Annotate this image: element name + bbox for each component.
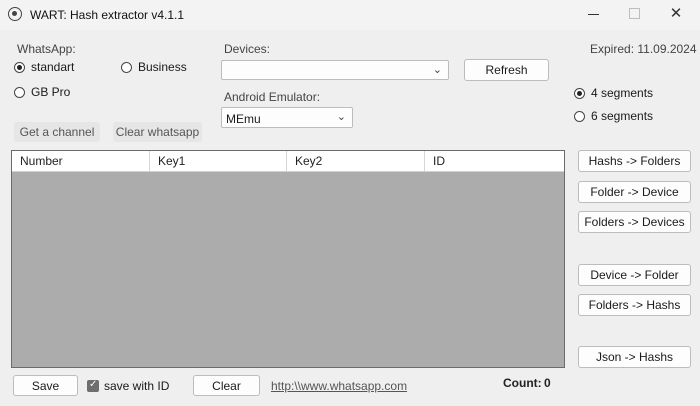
count-label: Count:	[503, 376, 542, 390]
maximize-button[interactable]	[627, 6, 643, 22]
radio-business-label: Business	[138, 60, 187, 74]
hash-table[interactable]: Number Key1 Key2 ID	[11, 150, 565, 368]
refresh-button[interactable]: Refresh	[464, 59, 549, 81]
hashs-to-folders-button[interactable]: Hashs -> Folders	[578, 150, 691, 172]
radio-4-segments-label: 4 segments	[591, 86, 654, 100]
radio-business[interactable]: Business	[121, 60, 187, 74]
save-with-id-checkbox[interactable]: save with ID	[87, 379, 169, 393]
chevron-down-icon: ⌄	[432, 64, 442, 76]
radio-dot	[574, 110, 585, 122]
emulator-label: Android Emulator:	[224, 90, 321, 104]
close-button[interactable]: ✕	[668, 6, 684, 22]
clear-button[interactable]: Clear	[193, 375, 260, 396]
radio-dot	[121, 61, 132, 73]
emulator-select[interactable]: MEmu ⌄	[221, 107, 353, 128]
folders-to-devices-button[interactable]: Folders -> Devices	[578, 211, 691, 233]
radio-gb-pro[interactable]: GB Pro	[14, 85, 70, 99]
devices-label: Devices:	[224, 42, 271, 56]
minimize-button[interactable]	[586, 6, 602, 22]
radio-gb-pro-label: GB Pro	[31, 85, 71, 99]
json-to-hashs-button[interactable]: Json -> Hashs	[578, 346, 691, 368]
save-button[interactable]: Save	[13, 375, 78, 396]
checkbox-box	[87, 379, 99, 392]
table-header: Number Key1 Key2 ID	[12, 151, 564, 172]
column-number[interactable]: Number	[12, 151, 150, 171]
folders-to-hashs-button[interactable]: Folders -> Hashs	[578, 294, 691, 316]
radio-4-segments[interactable]: 4 segments	[574, 86, 653, 100]
chevron-down-icon: ⌄	[336, 111, 346, 123]
save-with-id-label: save with ID	[104, 379, 170, 393]
expired-label: Expired: 11.09.2024	[590, 42, 697, 56]
count-value: 0	[544, 376, 551, 390]
devices-select[interactable]: ⌄	[221, 60, 449, 80]
whatsapp-label: WhatsApp:	[17, 42, 76, 56]
whatsapp-icon	[8, 7, 22, 21]
column-key1[interactable]: Key1	[150, 151, 287, 171]
radio-6-segments-label: 6 segments	[591, 109, 654, 123]
column-key2[interactable]: Key2	[287, 151, 425, 171]
whatsapp-link[interactable]: http:\\www.whatsapp.com	[271, 379, 407, 393]
radio-standart-label: standart	[31, 60, 75, 74]
radio-dot	[14, 86, 25, 98]
radio-dot	[574, 87, 585, 99]
window-title: WART: Hash extractor v4.1.1	[30, 8, 185, 22]
column-id[interactable]: ID	[425, 151, 564, 171]
title-bar: WART: Hash extractor v4.1.1 ✕	[0, 0, 700, 30]
radio-standart[interactable]: standart	[14, 60, 74, 74]
folder-to-device-button[interactable]: Folder -> Device	[578, 181, 691, 203]
get-channel-button[interactable]: Get a channel	[14, 122, 100, 142]
radio-6-segments[interactable]: 6 segments	[574, 109, 653, 123]
emulator-select-value: MEmu	[226, 112, 261, 126]
device-to-folder-button[interactable]: Device -> Folder	[578, 264, 691, 286]
clear-whatsapp-button[interactable]: Clear whatsapp	[113, 122, 202, 142]
radio-dot	[14, 61, 25, 73]
